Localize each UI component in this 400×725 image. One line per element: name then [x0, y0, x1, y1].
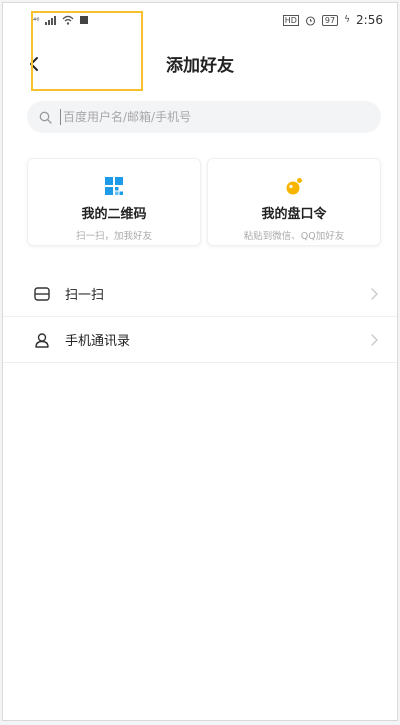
battery-icon: 97 — [321, 14, 339, 26]
list-item-scan[interactable]: 扫一扫 — [3, 271, 397, 317]
wifi-icon — [62, 15, 74, 25]
hd-badge: HD — [282, 14, 299, 26]
search-icon — [39, 111, 52, 124]
list-item-contacts[interactable]: 手机通讯录 — [3, 317, 397, 363]
contacts-icon — [33, 331, 51, 349]
my-pan-token-subtitle: 粘贴到微信、QQ加好友 — [243, 231, 345, 242]
my-pan-token-title: 我的盘口令 — [261, 207, 327, 222]
app-frame: ⁴⁶ HD 97 ϟ 2:56 添加好友 百度用户名/邮箱/手机号 我的二维码 … — [2, 2, 398, 721]
page-title: 添加好友 — [166, 55, 234, 76]
my-qr-code-card[interactable]: 我的二维码 扫一扫，加我好友 — [27, 158, 201, 246]
chevron-right-icon — [371, 334, 378, 346]
battery-level: 97 — [324, 15, 336, 25]
status-right: HD 97 ϟ 2:56 — [282, 13, 383, 27]
signal-type-label: ⁴⁶ — [33, 15, 40, 25]
alarm-icon — [305, 15, 315, 26]
my-qr-code-title: 我的二维码 — [81, 207, 147, 222]
status-bar: ⁴⁶ HD 97 ϟ 2:56 — [3, 3, 397, 37]
qr-code-icon — [105, 177, 123, 195]
header-bar: 添加好友 — [3, 43, 397, 83]
charging-icon: ϟ — [344, 15, 351, 25]
back-button[interactable] — [23, 53, 45, 75]
search-box[interactable] — [27, 101, 381, 133]
search-input[interactable] — [60, 109, 365, 125]
my-qr-code-subtitle: 扫一扫，加我好友 — [75, 231, 152, 242]
contacts-label: 手机通讯录 — [65, 334, 131, 349]
action-list: 扫一扫 手机通讯录 — [3, 271, 397, 363]
scan-icon — [33, 285, 51, 303]
back-arrow-icon — [30, 57, 38, 71]
chevron-right-icon — [371, 288, 378, 300]
scan-label: 扫一扫 — [65, 288, 105, 303]
notification-icon — [80, 16, 89, 24]
pan-token-icon — [286, 178, 302, 195]
clock: 2:56 — [356, 13, 383, 27]
status-left: ⁴⁶ — [33, 15, 89, 25]
my-pan-token-card[interactable]: 我的盘口令 粘贴到微信、QQ加好友 — [207, 158, 381, 246]
signal-icon — [45, 15, 57, 25]
